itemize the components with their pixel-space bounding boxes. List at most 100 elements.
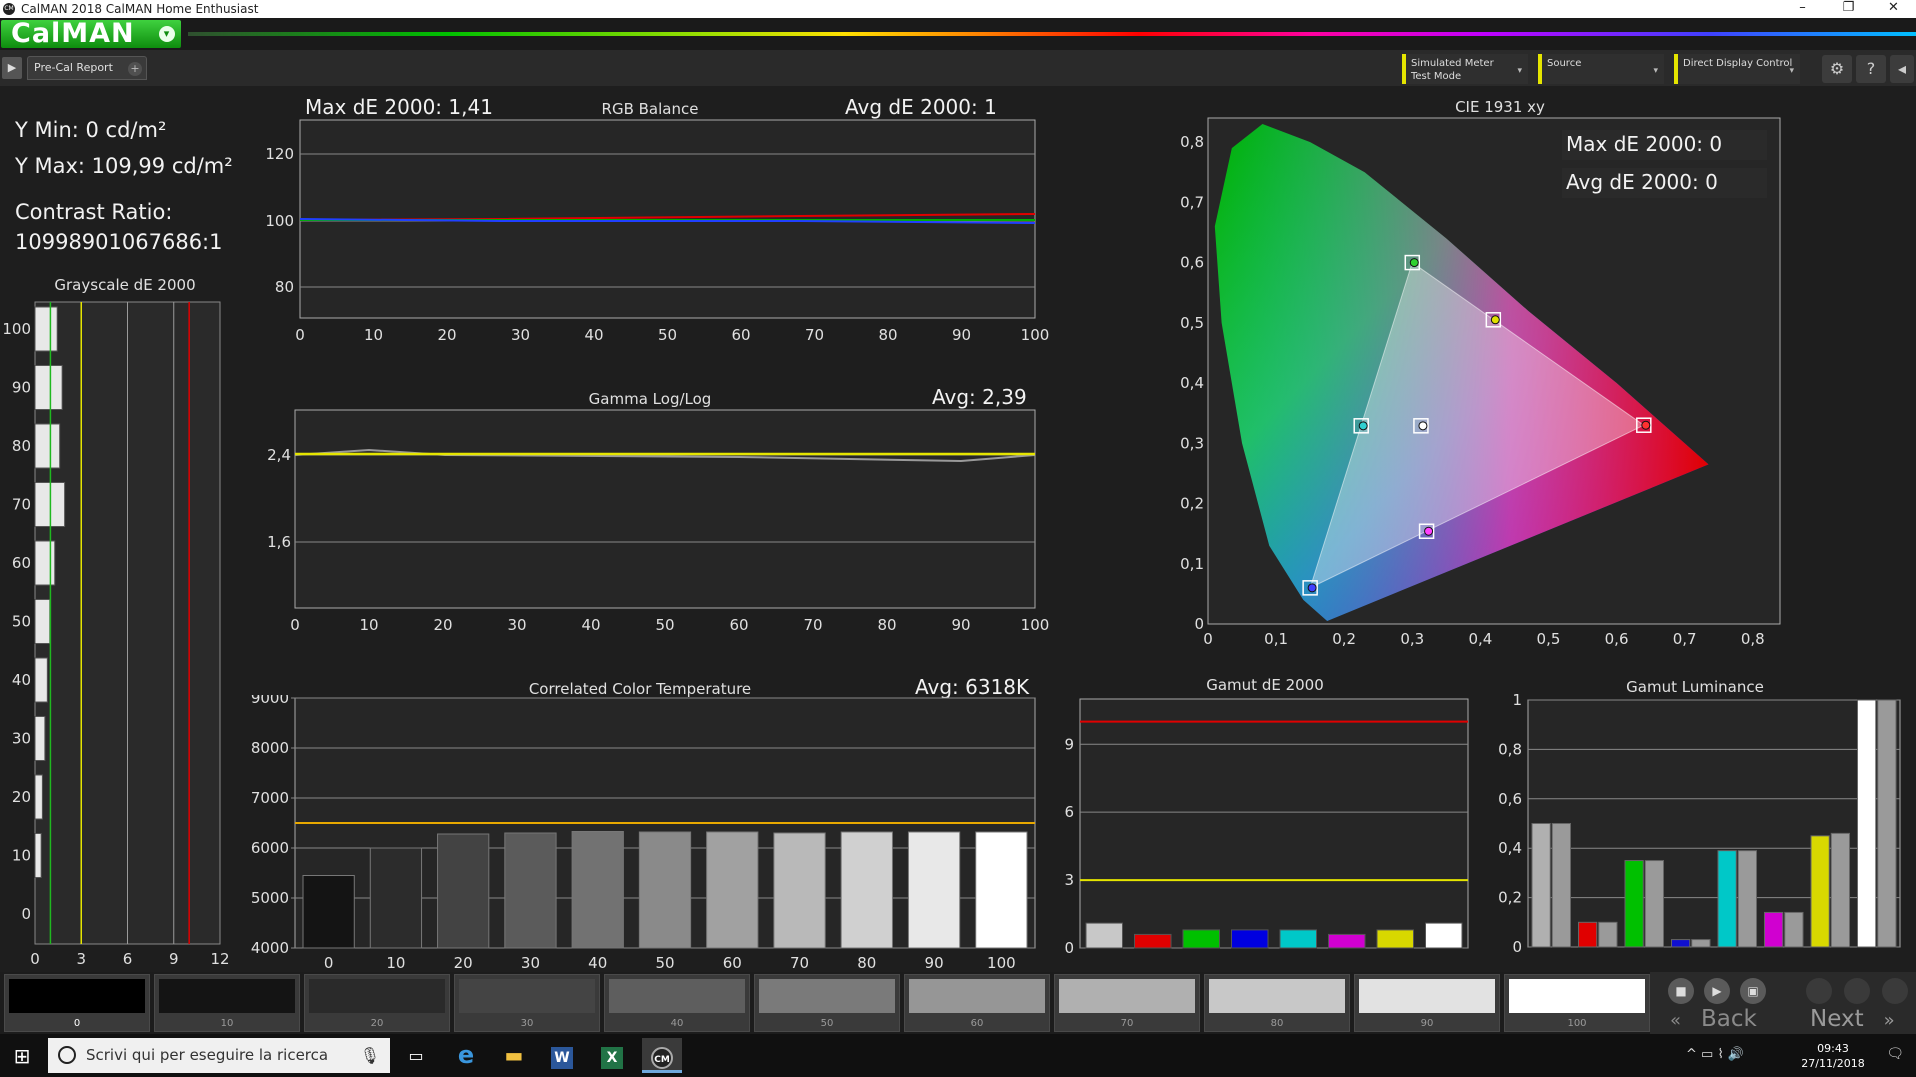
x-tick-label: 50 xyxy=(658,326,677,344)
cct-bar xyxy=(773,832,826,949)
stop-button[interactable]: ■ xyxy=(1668,978,1694,1004)
clock[interactable]: 09:43 27/11/2018 xyxy=(1798,1041,1868,1071)
explorer-taskbar-button[interactable]: ▬ xyxy=(494,1038,534,1073)
logo-dropdown-icon[interactable]: ▾ xyxy=(159,26,175,42)
next-button[interactable]: Next » xyxy=(1810,1006,1895,1032)
source-dropdown[interactable]: Source ▾ xyxy=(1538,54,1664,84)
y-tick-label: 90 xyxy=(12,379,31,397)
patch-50[interactable]: 50 xyxy=(754,974,900,1032)
gamut-de-chart: 9 6 3 0 xyxy=(1064,698,1469,957)
y-tick-label: 120 xyxy=(265,145,294,163)
help-button[interactable]: ? xyxy=(1856,55,1886,83)
x-tick-label: 3 xyxy=(76,950,86,968)
task-view-button[interactable]: ▭ xyxy=(396,1038,436,1073)
patch-0[interactable]: 0 xyxy=(4,974,150,1032)
gamut-de-bar xyxy=(1376,929,1414,949)
patch-30[interactable]: 30 xyxy=(454,974,600,1032)
cct-bar xyxy=(302,875,355,949)
settings-button[interactable]: ⚙ xyxy=(1822,55,1852,83)
patch-90[interactable]: 90 xyxy=(1354,974,1500,1032)
cct-bar xyxy=(571,831,624,949)
help-icon: ? xyxy=(1866,59,1876,78)
save-button[interactable]: ▣ xyxy=(1740,978,1766,1004)
play-button[interactable]: ▶ xyxy=(1704,978,1730,1004)
patch-60[interactable]: 60 xyxy=(904,974,1050,1032)
play-workflow-button[interactable]: ▶ xyxy=(2,57,22,79)
cie-avg-de: Avg dE 2000: 0 xyxy=(1562,168,1767,198)
y-tick-label: 9 xyxy=(1064,735,1074,753)
y-tick-label: 40 xyxy=(12,671,31,689)
meter-label: Simulated Meter xyxy=(1411,58,1494,69)
y-tick-label: 0,6 xyxy=(1180,254,1204,272)
plot-area xyxy=(294,409,1036,609)
patch-70[interactable]: 70 xyxy=(1054,974,1200,1032)
calman-logo-menu[interactable]: CalMAN ▾ xyxy=(1,20,181,48)
y-tick-label: 0,1 xyxy=(1180,555,1204,573)
taskbar-search-box[interactable]: Scrivi qui per eseguire la ricerca 🎙 xyxy=(48,1038,390,1073)
search-placeholder: Scrivi qui per eseguire la ricerca xyxy=(86,1046,329,1064)
excel-taskbar-button[interactable]: X xyxy=(592,1038,632,1073)
x-tick-label: 20 xyxy=(433,616,452,634)
x-tick-label: 90 xyxy=(952,326,971,344)
cct-bar xyxy=(907,831,961,949)
word-icon: W xyxy=(551,1047,573,1069)
minimize-button[interactable]: – xyxy=(1780,0,1825,18)
x-tick-label: 20 xyxy=(437,326,456,344)
gamut-de-bar xyxy=(1328,933,1366,949)
start-button[interactable]: ⊞ xyxy=(8,1044,36,1068)
patch-80[interactable]: 80 xyxy=(1204,974,1350,1032)
edge-icon: e xyxy=(457,1041,475,1069)
patch-label: 30 xyxy=(520,1018,534,1029)
cct-bar xyxy=(437,833,490,949)
close-button[interactable]: ✕ xyxy=(1871,0,1916,18)
x-tick-label: 10 xyxy=(386,954,405,970)
y-tick-label: 100 xyxy=(265,212,294,230)
patch-swatch xyxy=(1059,979,1195,1013)
grayscale-bar xyxy=(34,365,63,410)
x-tick-label: 100 xyxy=(987,954,1016,970)
target-luminance-bar xyxy=(1764,911,1784,948)
x-tick-label: 90 xyxy=(951,616,970,634)
collapse-button[interactable]: ◂ xyxy=(1890,55,1914,83)
excel-icon: X xyxy=(601,1047,623,1069)
word-taskbar-button[interactable]: W xyxy=(542,1038,582,1073)
y-tick-label: 5000 xyxy=(251,889,289,907)
back-button[interactable]: « Back xyxy=(1670,1006,1757,1032)
x-tick-label: 40 xyxy=(584,326,603,344)
app-header: CalMAN ▾ xyxy=(0,18,1916,50)
measured-luminance-bar xyxy=(1644,860,1664,948)
calman-taskbar-button[interactable]: CM xyxy=(642,1038,682,1073)
add-tab-button[interactable]: + xyxy=(128,62,142,76)
y-tick-label: 4000 xyxy=(251,939,289,957)
meter-dropdown[interactable]: Simulated Meter Test Mode ▾ xyxy=(1402,54,1528,84)
patch-20[interactable]: 20 xyxy=(304,974,450,1032)
windows-taskbar: ⊞ Scrivi qui per eseguire la ricerca 🎙 ▭… xyxy=(0,1034,1916,1077)
measured-point xyxy=(1490,315,1500,325)
edge-taskbar-button[interactable]: e xyxy=(446,1038,486,1073)
patch-swatch xyxy=(1359,979,1495,1013)
x-tick-label: 70 xyxy=(803,616,822,634)
tray-icons[interactable]: ^ ▭ ⌇ 🔊 xyxy=(1686,1047,1744,1062)
x-tick-label: 60 xyxy=(731,326,750,344)
x-tick-label: 100 xyxy=(1021,616,1050,634)
x-tick-label: 0,2 xyxy=(1332,630,1356,648)
microphone-icon[interactable]: 🎙 xyxy=(360,1038,380,1073)
patch-100[interactable]: 100 xyxy=(1504,974,1650,1032)
display-control-dropdown[interactable]: Direct Display Control ▾ xyxy=(1674,54,1800,84)
x-tick-label: 30 xyxy=(521,954,540,970)
x-tick-label: 0,8 xyxy=(1741,630,1765,648)
meter-mode-label: Test Mode xyxy=(1411,71,1462,82)
chevron-left-icon: ◂ xyxy=(1897,59,1907,78)
gamut-de-bar xyxy=(1134,933,1172,949)
patch-label: 10 xyxy=(220,1018,234,1029)
patch-10[interactable]: 10 xyxy=(154,974,300,1032)
tab-pre-cal-report[interactable]: Pre-Cal Report + xyxy=(27,56,147,80)
y-min-text: Y Min: 0 cd/m² xyxy=(15,118,167,142)
notification-icon[interactable]: 🗨 xyxy=(1886,1046,1904,1062)
measured-point xyxy=(1307,583,1317,593)
x-tick-label: 0,3 xyxy=(1400,630,1424,648)
patch-40[interactable]: 40 xyxy=(604,974,750,1032)
y-tick-label: 7000 xyxy=(251,789,289,807)
restore-button[interactable]: ❐ xyxy=(1826,0,1871,18)
patch-swatch xyxy=(459,979,595,1013)
